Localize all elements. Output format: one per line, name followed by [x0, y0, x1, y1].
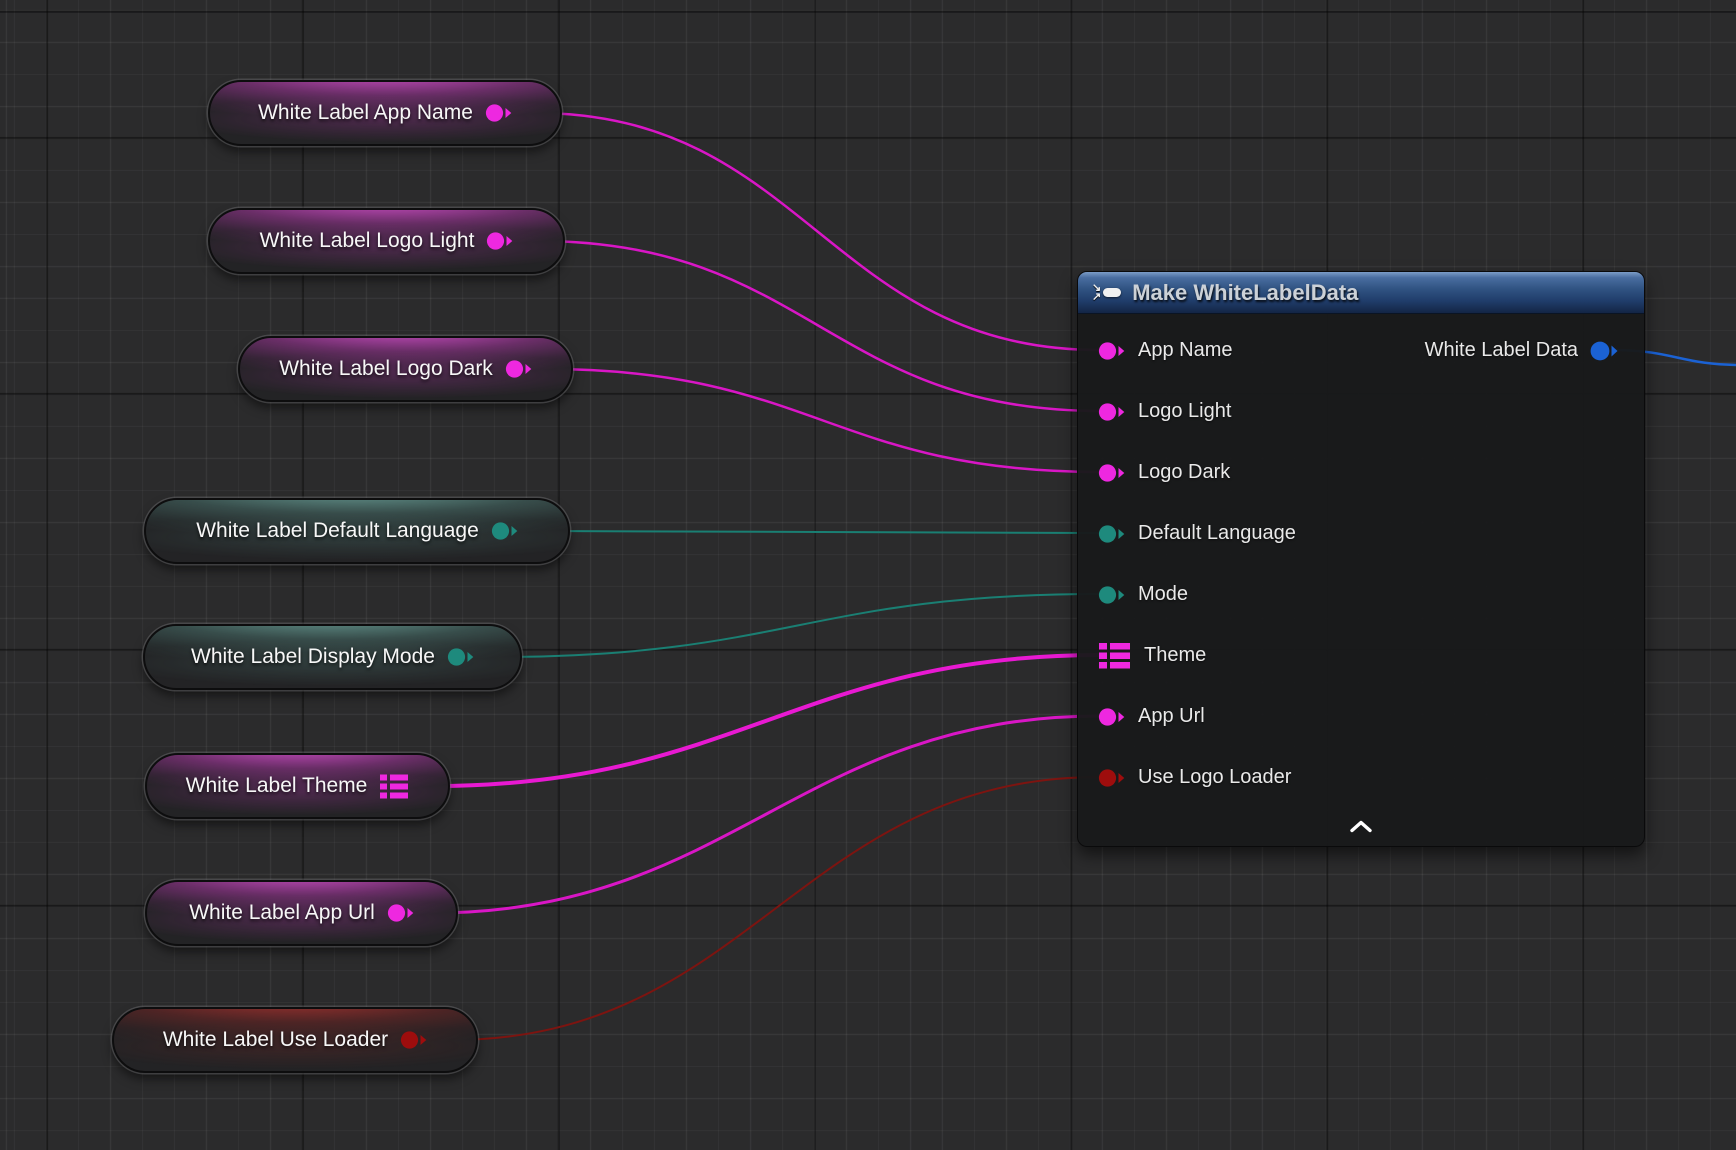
make-struct-icon: ↘↗ — [1092, 284, 1121, 302]
teal-output-pin-icon[interactable] — [447, 647, 474, 667]
bool-input-pin-icon[interactable] — [1098, 768, 1125, 788]
var-node-white-label-display-mode[interactable]: White Label Display Mode — [143, 624, 522, 690]
var-node-label: White Label App Url — [189, 901, 375, 925]
wire-white-label-app-url-to-app-url[interactable] — [431, 716, 1100, 913]
var-node-label: White Label Logo Dark — [279, 357, 493, 381]
pin-row-theme: Theme — [1078, 625, 1644, 686]
wire-white-label-logo-dark-to-logo-dark[interactable] — [546, 369, 1100, 472]
pin-label: Default Language — [1138, 522, 1296, 545]
var-node-label: White Label Theme — [186, 774, 368, 798]
bool-output-pin-icon[interactable] — [400, 1030, 427, 1050]
var-node-white-label-theme[interactable]: White Label Theme — [145, 753, 450, 819]
pin-label: Logo Light — [1138, 400, 1231, 423]
node-title: Make WhiteLabelData — [1132, 280, 1358, 306]
var-node-white-label-logo-light[interactable]: White Label Logo Light — [208, 208, 565, 274]
string-output-pin-icon[interactable] — [387, 903, 414, 923]
wire-white-label-display-mode-to-mode[interactable] — [495, 594, 1100, 657]
wire-white-label-logo-light-to-logo-light[interactable] — [538, 241, 1100, 411]
pin-label: App Name — [1138, 339, 1233, 362]
node-body: App Name White Label Data Logo Light Log… — [1078, 314, 1644, 808]
collapse-node-button[interactable] — [1341, 818, 1381, 838]
var-node-white-label-default-language[interactable]: White Label Default Language — [144, 498, 570, 564]
pin-row-use-logo-loader: Use Logo Loader — [1078, 747, 1644, 808]
var-node-label: White Label Logo Light — [260, 229, 475, 253]
string-input-pin-icon[interactable] — [1098, 463, 1125, 483]
struct-input-pin-icon[interactable] — [1098, 641, 1131, 670]
pin-row-app-name: App Name White Label Data — [1078, 320, 1644, 381]
pin-row-default-language: Default Language — [1078, 503, 1644, 564]
output-pin-label: White Label Data — [1425, 339, 1578, 362]
wire-white-label-theme-to-theme[interactable] — [434, 655, 1100, 786]
teal-output-pin-icon[interactable] — [491, 521, 518, 541]
pin-row-app-url: App Url — [1078, 686, 1644, 747]
wire-white-label-use-loader-to-use-logo-loader[interactable] — [451, 777, 1100, 1040]
var-node-white-label-logo-dark[interactable]: White Label Logo Dark — [238, 336, 573, 402]
teal-input-pin-icon[interactable] — [1098, 524, 1125, 544]
var-node-label: White Label Default Language — [196, 519, 479, 543]
string-input-pin-icon[interactable] — [1098, 707, 1125, 727]
blueprint-graph-canvas[interactable]: White Label App Name White Label Logo Li… — [0, 0, 1736, 1150]
pin-row-logo-light: Logo Light — [1078, 381, 1644, 442]
pin-row-mode: Mode — [1078, 564, 1644, 625]
string-output-pin-icon[interactable] — [485, 103, 512, 123]
pin-label: Mode — [1138, 583, 1188, 606]
var-node-white-label-app-url[interactable]: White Label App Url — [145, 880, 458, 946]
pin-label: Use Logo Loader — [1138, 766, 1291, 789]
wire-white-label-app-name-to-app-name[interactable] — [535, 113, 1100, 350]
string-output-pin-icon[interactable] — [505, 359, 532, 379]
var-node-label: White Label Use Loader — [163, 1028, 388, 1052]
teal-input-pin-icon[interactable] — [1098, 585, 1125, 605]
string-input-pin-icon[interactable] — [1098, 341, 1125, 361]
string-input-pin-icon[interactable] — [1098, 402, 1125, 422]
chevron-up-icon — [1349, 820, 1373, 833]
pin-label: App Url — [1138, 705, 1205, 728]
struct-out-pin-icon[interactable] — [1590, 340, 1618, 362]
string-output-pin-icon[interactable] — [486, 231, 513, 251]
pin-label: Logo Dark — [1138, 461, 1230, 484]
pin-row-logo-dark: Logo Dark — [1078, 442, 1644, 503]
node-header[interactable]: ↘↗ Make WhiteLabelData — [1078, 272, 1644, 314]
var-node-label: White Label Display Mode — [191, 645, 435, 669]
var-node-white-label-app-name[interactable]: White Label App Name — [208, 80, 562, 146]
pin-label: Theme — [1144, 644, 1206, 667]
var-node-label: White Label App Name — [258, 101, 473, 125]
make-whitelabeldata-node[interactable]: ↘↗ Make WhiteLabelData App Name White La… — [1077, 271, 1645, 847]
var-node-white-label-use-loader[interactable]: White Label Use Loader — [112, 1007, 478, 1073]
wire-white-label-default-language-to-default-language[interactable] — [543, 531, 1100, 533]
struct-output-pin-icon[interactable] — [379, 773, 409, 800]
